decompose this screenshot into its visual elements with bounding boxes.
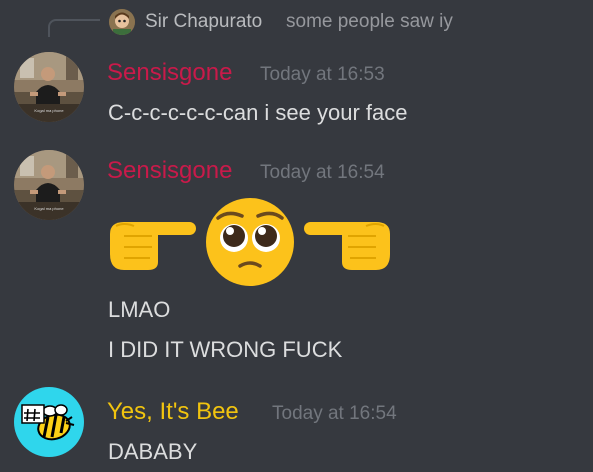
reply-author[interactable]: Sir Chapurato (145, 11, 262, 33)
pleading-face-emoji-icon (206, 198, 294, 286)
cartoon-boy-icon (109, 9, 135, 35)
reply-avatar[interactable] (109, 9, 135, 35)
message-timestamp: Today at 16:54 (272, 403, 397, 424)
emoji-row (106, 196, 396, 288)
message-text: LMAO (108, 297, 171, 322)
message-text: DABABY (108, 439, 198, 464)
reply-connector (48, 19, 100, 37)
avatar-sensisgone[interactable]: Kogal ma phone (14, 150, 84, 220)
reply-text[interactable]: some people saw iy (286, 11, 453, 33)
message-author[interactable]: Sensisgone (107, 157, 232, 185)
point-left-emoji-icon (304, 222, 390, 270)
message-text: I DID IT WRONG FUCK (108, 337, 343, 362)
message-author[interactable]: Yes, It's Bee (107, 398, 239, 426)
message-author[interactable]: Sensisgone (107, 59, 232, 87)
avatar-caption: Kogal ma phone (34, 108, 64, 113)
avatar-sensisgone[interactable]: Kogal ma phone (14, 52, 84, 122)
message-timestamp: Today at 16:54 (260, 162, 385, 183)
message-text: C-c-c-c-c-c-can i see your face (108, 100, 408, 125)
avatar-yes-its-bee[interactable] (14, 387, 84, 457)
message-timestamp: Today at 16:53 (260, 64, 385, 85)
hashtag-bee-icon (14, 387, 84, 457)
avatar-caption: Kogal ma phone (34, 206, 64, 211)
point-right-emoji-icon (110, 222, 196, 270)
